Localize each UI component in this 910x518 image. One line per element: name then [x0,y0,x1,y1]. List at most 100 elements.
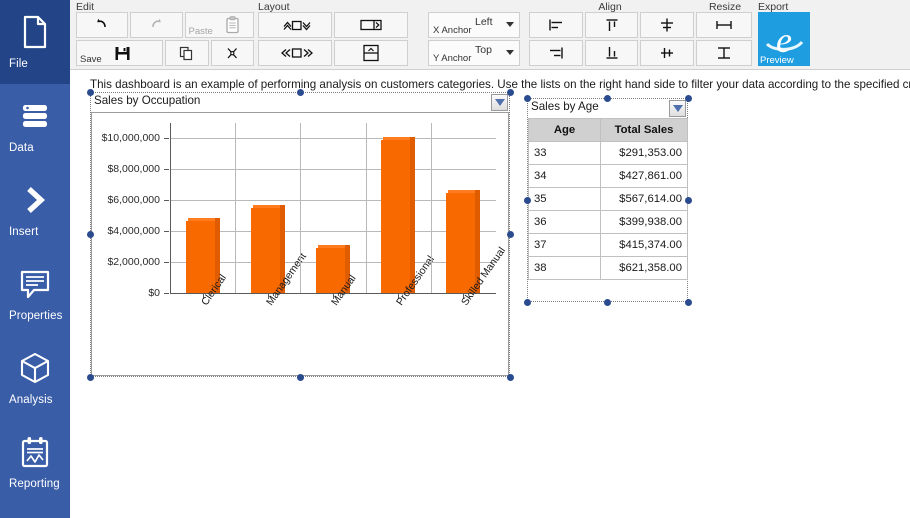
main-pane: Edit Paste Save Layout X Anchor Left Y A… [70,0,910,518]
align-center-v-icon [661,48,674,58]
chevron-right-icon [27,186,45,213]
y-axis-label: $10,000,000 [101,132,160,145]
resize-handle-sw[interactable] [523,298,531,306]
bring-forward-button[interactable] [258,12,332,38]
y-anchor-select[interactable]: Y Anchor Top [428,40,520,66]
x-anchor-label: X Anchor [433,25,472,36]
sidebar-item-label: File [9,57,28,70]
table-row[interactable]: 37 $415,374.00 [528,233,688,257]
align-right-button[interactable] [529,40,583,66]
table-header-row: Age Total Sales [528,118,688,142]
table-row[interactable]: 38 $621,358.00 [528,256,688,280]
cell-age: 34 [528,164,601,188]
table-column-header[interactable]: Total Sales [600,118,688,142]
bar-chart[interactable]: $0 $2,000,000 $4,000,000 $6,000,000 $8,000,0… [91,112,509,376]
sidebar-item-insert[interactable]: Insert [0,168,70,252]
ribbon-group-resize: Resize [694,0,756,70]
database-icon [23,104,47,127]
resize-handle-ne[interactable] [506,88,514,96]
preview-button-label: Preview [760,55,794,66]
redo-button[interactable] [130,12,183,38]
cell-age: 37 [528,233,601,257]
resize-handle-nw[interactable] [523,94,531,102]
resize-handle-n[interactable] [296,88,304,96]
resize-handle-sw[interactable] [86,373,94,381]
chart-widget[interactable]: Sales by Occupation $0 $2,000,000 $4,000,0… [86,88,514,381]
chart-gridline [430,123,432,293]
move-vertical-icon [283,20,311,31]
chart-gridline [365,123,367,293]
ribbon-group-layout: Layout [254,0,426,70]
align-top-button[interactable] [584,12,639,38]
resize-handle-s[interactable] [296,373,304,381]
copy-button[interactable] [165,40,209,66]
resize-handle-se[interactable] [506,373,514,381]
undo-button[interactable] [76,12,129,38]
sidebar-item-file[interactable]: File [0,0,70,84]
paste-button[interactable]: Paste [184,12,255,38]
sidebar-item-analysis[interactable]: Analysis [0,336,70,420]
resize-height-button[interactable] [696,40,752,66]
save-button[interactable]: Save [76,40,164,66]
chart-plot-area: $0 $2,000,000 $4,000,000 $6,000,000 $8,000,0… [102,123,508,308]
cell-total-sales: $427,861.00 [600,164,688,188]
table-widget[interactable]: Sales by Age Age Total Sales 33 $291,353.0… [523,94,692,306]
application-window: File Data Insert Properties Analysis Reportin… [0,0,910,518]
table-row[interactable]: 34 $427,861.00 [528,164,688,188]
dock-top-button[interactable] [334,40,408,66]
table-row[interactable]: 33 $291,353.00 [528,141,688,165]
table-row[interactable]: 36 $399,938.00 [528,210,688,234]
y-axis-label: $2,000,000 [107,256,160,269]
chevron-down-icon [506,22,514,27]
resize-handle-nw[interactable] [86,88,94,96]
align-bottom-button[interactable] [584,40,639,66]
chart-gridline [235,123,237,293]
table-row[interactable]: 35 $567,614.00 [528,187,688,211]
chart-gridline [170,169,496,171]
dashboard-canvas[interactable]: This dashboard is an example of performi… [70,70,910,518]
resize-handle-e[interactable] [684,196,692,204]
y-axis-tick [164,293,169,294]
resize-handle-se[interactable] [684,298,692,306]
svg-text:e: e [776,20,792,60]
y-axis-tick [164,138,169,140]
ribbon-toolbar: Edit Paste Save Layout X Anchor Left Y A… [70,0,910,70]
resize-handle-w[interactable] [523,196,531,204]
cell-age: 36 [528,210,601,234]
chart-filter-dropdown[interactable] [491,94,508,111]
align-left-button[interactable] [529,12,583,38]
resize-handle-s[interactable] [604,298,611,306]
align-center-horizontal-button[interactable] [640,12,695,38]
bar-professional[interactable] [381,137,416,293]
resize-handle-ne[interactable] [684,94,692,102]
resize-handle-w[interactable] [86,231,94,238]
scissors-icon [227,47,237,58]
align-center-vertical-button[interactable] [640,40,695,66]
sidebar-item-data[interactable]: Data [0,84,70,168]
send-backward-button[interactable] [258,40,332,66]
resize-handle-e[interactable] [506,231,514,238]
sales-by-age-table[interactable]: Age Total Sales 33 $291,353.00 34 $427,861.0… [528,118,688,280]
sidebar-item-label: Insert [9,225,39,238]
preview-button[interactable]: e Preview [758,12,810,66]
dock-right-button[interactable] [334,12,408,38]
y-axis-tick [164,169,169,171]
align-right-icon [549,47,563,59]
ribbon-group-edit: Edit Paste Save [72,0,255,70]
cell-total-sales: $399,938.00 [600,210,688,234]
table-filter-dropdown[interactable] [669,100,686,117]
resize-width-button[interactable] [696,12,752,38]
sidebar-item-properties[interactable]: Properties [0,252,70,336]
align-center-h-icon [661,18,674,32]
resize-width-icon [716,21,732,29]
chart-widget-title: Sales by Occupation [94,94,201,107]
cell-total-sales: $415,374.00 [600,233,688,257]
resize-handle-n[interactable] [604,94,611,102]
x-anchor-select[interactable]: X Anchor Left [428,12,520,38]
filter-dropdown-icon [494,99,505,106]
table-widget-title: Sales by Age [531,100,599,113]
table-column-header[interactable]: Age [528,118,601,142]
sidebar-item-reporting[interactable]: Reporting [0,420,70,504]
cut-button[interactable] [210,40,255,66]
y-anchor-label: Y Anchor [433,53,472,64]
